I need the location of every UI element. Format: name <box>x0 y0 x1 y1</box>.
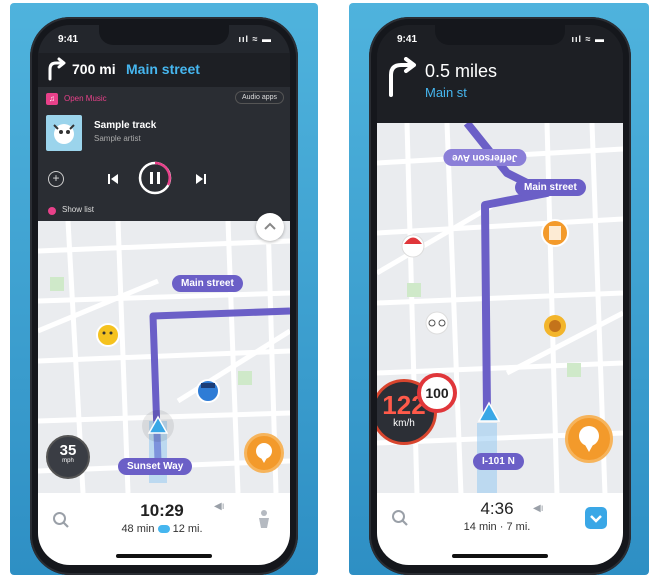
eta-time: 10:29 <box>140 501 184 520</box>
nav-distance: 0.5 miles <box>425 61 498 81</box>
left-screen: 9:41 ııl ≈ ▬ 700 mi Main street ♫ Open M… <box>38 25 290 565</box>
speed-limit-value: 100 <box>425 385 449 401</box>
search-icon[interactable] <box>52 511 70 529</box>
map-view[interactable]: Jefferson Ave Main street I-101 N 122 km… <box>377 123 623 495</box>
right-panel: 9:41 ııl ≈ ▬ 0.5 miles Main st Jefferson… <box>349 3 649 575</box>
left-phone: 9:41 ııl ≈ ▬ 700 mi Main street ♫ Open M… <box>30 17 298 575</box>
eta-details: 48 min 12 mi. <box>102 523 222 535</box>
music-app-label[interactable]: Open Music <box>64 94 107 103</box>
left-panel: 9:41 ııl ≈ ▬ 700 mi Main street ♫ Open M… <box>10 3 318 575</box>
notch <box>435 25 565 45</box>
speed-unit: mph <box>62 458 74 464</box>
person-icon[interactable] <box>256 509 272 529</box>
eta-duration: 48 min <box>121 523 155 535</box>
route-icon <box>157 525 170 534</box>
top-street-label: Jefferson Ave <box>443 149 527 166</box>
speed-limit-sign: 100 <box>417 373 457 413</box>
status-icons: ııl ≈ ▬ <box>238 34 272 44</box>
eta-panel[interactable]: 10:29 48 min 12 mi. <box>102 501 222 535</box>
eta-bar: 4:36 14 min · 7 mi. ◀ı <box>377 493 623 565</box>
right-phone: 9:41 ııl ≈ ▬ 0.5 miles Main st Jefferson… <box>369 17 631 575</box>
chevron-down-icon <box>590 515 602 523</box>
map-view[interactable]: Main street Sunset Way 35 mph <box>38 213 290 493</box>
eta-distance: 7 mi. <box>506 521 531 533</box>
eta-details: 14 min · 7 mi. <box>463 521 531 533</box>
nav-street: Main st <box>425 85 467 100</box>
status-icons: ııl ≈ ▬ <box>571 34 605 44</box>
eta-bar: 10:29 48 min 12 mi. ◀ı <box>38 493 290 565</box>
expand-menu-button[interactable] <box>585 507 607 529</box>
album-art <box>46 115 82 151</box>
nav-instruction[interactable]: 0.5 miles Main st <box>377 53 623 123</box>
current-road-label: I-101 N <box>473 453 524 470</box>
status-time: 9:41 <box>397 34 418 45</box>
turn-right-icon <box>48 57 66 81</box>
current-road-label: Sunset Way <box>118 458 193 475</box>
nav-street: Main street <box>126 61 200 77</box>
notch <box>99 25 229 45</box>
music-app-icon: ♫ <box>46 93 58 105</box>
speed-value: 35 <box>59 442 77 459</box>
home-indicator <box>116 554 212 558</box>
track-title: Sample track <box>94 120 157 131</box>
report-pin-icon <box>579 426 599 452</box>
show-list-button[interactable]: Show list <box>62 205 94 214</box>
report-button[interactable] <box>565 415 613 463</box>
sound-icon[interactable]: ◀ı <box>214 501 224 512</box>
speedometer: 35 mph <box>46 435 90 479</box>
play-pause-button[interactable] <box>138 161 172 195</box>
eta-distance: 12 mi. <box>172 523 203 535</box>
report-pin-icon <box>256 443 272 463</box>
chevron-up-icon <box>264 222 276 230</box>
music-panel: ♫ Open Music Audio apps Sample track Sam… <box>38 87 290 221</box>
eta-duration: 14 min <box>463 521 497 533</box>
collapse-button[interactable] <box>256 213 284 241</box>
search-icon[interactable] <box>391 509 409 527</box>
home-indicator <box>452 554 548 558</box>
status-time: 9:41 <box>58 34 79 45</box>
map-street-label: Main street <box>515 179 586 196</box>
sound-icon[interactable]: ◀ı <box>533 503 543 514</box>
map-street-label: Main street <box>172 275 243 292</box>
nav-instruction[interactable]: 700 mi Main street <box>38 53 290 87</box>
turn-right-icon <box>389 57 416 97</box>
nav-distance: 700 mi <box>72 61 116 77</box>
right-screen: 9:41 ııl ≈ ▬ 0.5 miles Main st Jefferson… <box>377 25 623 565</box>
show-list-icon <box>48 207 56 215</box>
next-track-icon[interactable] <box>194 172 208 186</box>
track-artist: Sample artist <box>94 134 141 143</box>
audio-apps-button[interactable]: Audio apps <box>234 91 284 104</box>
report-button[interactable] <box>244 433 284 473</box>
previous-track-icon[interactable] <box>106 172 120 186</box>
add-icon[interactable]: + <box>48 171 64 187</box>
